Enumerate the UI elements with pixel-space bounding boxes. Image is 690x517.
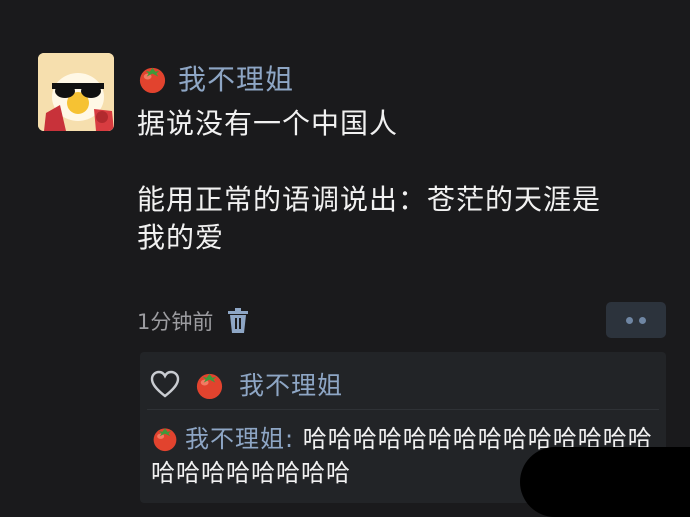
- redaction-blot: [520, 447, 690, 517]
- tomato-icon: [194, 369, 225, 400]
- more-button[interactable]: [606, 302, 666, 338]
- like-row: 我不理姐: [150, 366, 343, 402]
- heart-outline-icon[interactable]: [150, 370, 180, 398]
- more-icon: [639, 316, 646, 324]
- post-line: 我的爱: [137, 221, 225, 254]
- tomato-icon: [137, 63, 168, 94]
- avatar[interactable]: [38, 53, 114, 131]
- post-header: 我不理姐: [137, 58, 294, 98]
- post-line: 据说没有一个中国人: [137, 107, 399, 140]
- post-meta: 1分钟前: [137, 303, 249, 339]
- post-line: 能用正常的语调说出：苍茫的天涯是: [137, 183, 602, 216]
- post-timestamp: 1分钟前: [137, 310, 214, 334]
- divider: [147, 409, 659, 410]
- liked-by-username[interactable]: 我不理姐: [239, 366, 343, 402]
- post-content: 据说没有一个中国人 能用正常的语调说出：苍茫的天涯是 我的爱: [137, 105, 667, 257]
- post-username[interactable]: 我不理姐: [178, 58, 294, 98]
- tomato-icon: [151, 424, 179, 452]
- more-icon: [626, 316, 633, 324]
- reply-author[interactable]: 我不理姐: [185, 425, 285, 453]
- reply-separator: :: [285, 425, 295, 453]
- trash-icon[interactable]: [227, 308, 249, 334]
